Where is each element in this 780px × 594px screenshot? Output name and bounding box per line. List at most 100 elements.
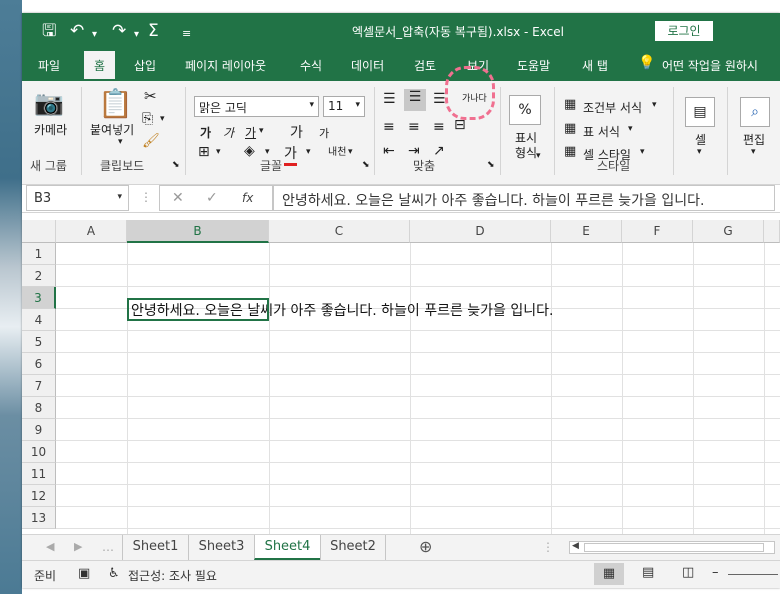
row-header[interactable]: 12: [22, 485, 56, 507]
table-format-dropdown-icon[interactable]: ▾: [628, 124, 633, 134]
formula-input[interactable]: 안녕하세요. 오늘은 날씨가 아주 좋습니다. 하늘이 푸르른 늦가을 입니다.: [273, 185, 775, 211]
normal-view-icon[interactable]: ▦: [594, 563, 624, 585]
row-header[interactable]: 10: [22, 441, 56, 463]
row-header[interactable]: 4: [22, 309, 56, 331]
percent-icon[interactable]: %: [509, 95, 541, 125]
active-cell-b3[interactable]: [127, 298, 269, 321]
tab-menu-icon[interactable]: …: [102, 540, 114, 554]
row-header[interactable]: 8: [22, 397, 56, 419]
align-left-icon[interactable]: ≡: [383, 119, 395, 135]
copy-dropdown-icon[interactable]: ▾: [160, 114, 165, 124]
redo-dropdown-icon[interactable]: ▾: [134, 23, 139, 47]
fill-dropdown-icon[interactable]: ▾: [265, 147, 270, 157]
scroll-right-icon[interactable]: ▶: [74, 540, 82, 553]
scroll-left-arrow-icon[interactable]: ◀: [572, 541, 579, 551]
row-header[interactable]: 6: [22, 353, 56, 375]
row-header[interactable]: 9: [22, 419, 56, 441]
undo-icon[interactable]: ↶: [70, 19, 84, 43]
shrink-font-button[interactable]: 가: [319, 125, 329, 141]
number-dropdown-icon[interactable]: ▾: [536, 151, 541, 161]
grow-font-button[interactable]: 가: [290, 122, 303, 142]
paste-icon[interactable]: 📋: [98, 87, 133, 120]
row-header[interactable]: 3: [22, 287, 56, 309]
cell-style-dropdown-icon[interactable]: ▾: [640, 147, 645, 157]
align-top-icon[interactable]: ☰: [383, 91, 396, 107]
alignment-launcher-icon[interactable]: ⬊: [487, 160, 495, 170]
select-all-corner[interactable]: [22, 220, 56, 243]
autosum-icon[interactable]: Σ: [148, 19, 159, 43]
tab-help[interactable]: 도움말: [517, 57, 550, 74]
redo-icon[interactable]: ↷: [112, 19, 126, 43]
editing-button[interactable]: 편집: [743, 131, 765, 148]
row-header[interactable]: 13: [22, 507, 56, 529]
align-middle-icon[interactable]: ☰: [404, 89, 426, 111]
row-header[interactable]: 11: [22, 463, 56, 485]
border-dropdown-icon[interactable]: ▾: [216, 147, 221, 157]
tab-file[interactable]: 파일: [38, 57, 60, 74]
row-header[interactable]: 1: [22, 243, 56, 265]
underline-dropdown-icon[interactable]: ▾: [259, 126, 264, 136]
undo-dropdown-icon[interactable]: ▾: [92, 23, 97, 47]
bold-button[interactable]: 가: [200, 124, 211, 141]
conditional-format-icon[interactable]: ▦: [564, 97, 576, 112]
customize-qat-icon[interactable]: ≡: [182, 22, 191, 46]
format-painter-icon[interactable]: 🖌: [142, 133, 160, 149]
underline-button[interactable]: 가: [245, 124, 256, 141]
enter-icon[interactable]: ✓: [206, 190, 218, 206]
sheet-tab-active[interactable]: Sheet4: [254, 535, 320, 560]
column-header[interactable]: B: [127, 220, 269, 243]
italic-button[interactable]: 가: [223, 124, 234, 141]
sheet-tab[interactable]: Sheet1: [122, 535, 188, 560]
add-sheet-icon[interactable]: ⊕: [419, 537, 432, 556]
tab-insert[interactable]: 삽입: [134, 57, 156, 74]
search-icon[interactable]: ⌕: [740, 97, 770, 127]
page-break-view-icon[interactable]: ◫: [682, 565, 694, 580]
conditional-format-button[interactable]: 조건부 서식: [583, 99, 642, 116]
paste-button[interactable]: 붙여넣기: [90, 121, 134, 138]
tab-new[interactable]: 새 탭: [582, 57, 608, 74]
camera-icon[interactable]: 📷: [34, 89, 64, 117]
cells-button[interactable]: 셀: [695, 131, 706, 148]
phonetic-button[interactable]: 내천: [328, 143, 346, 158]
column-header[interactable]: G: [693, 220, 764, 243]
decrease-indent-icon[interactable]: ⇤: [383, 143, 395, 159]
sheet-tab[interactable]: Sheet3: [188, 535, 254, 560]
column-header[interactable]: A: [56, 220, 127, 243]
scroll-left-icon[interactable]: ◀: [46, 540, 54, 553]
worksheet-grid[interactable]: A B C D E F G 1 2 3 4 5 6 7 8 9 10 11 12…: [22, 220, 780, 534]
paste-dropdown-icon[interactable]: ▾: [118, 137, 123, 147]
horizontal-scrollbar[interactable]: ◀: [569, 541, 775, 554]
copy-icon[interactable]: ⎘: [142, 111, 153, 127]
login-button[interactable]: 로그인: [655, 21, 713, 41]
camera-button[interactable]: 카메라: [34, 121, 67, 138]
cut-icon[interactable]: ✂: [144, 87, 157, 105]
fill-color-icon[interactable]: ◈: [244, 143, 255, 159]
row-header[interactable]: 5: [22, 331, 56, 353]
save-icon[interactable]: 🖫: [42, 19, 56, 43]
tab-page-layout[interactable]: 페이지 레이아웃: [185, 57, 266, 74]
tab-split-handle-icon[interactable]: ⋮: [542, 540, 554, 554]
align-bottom-icon[interactable]: ☰: [433, 91, 446, 107]
row-header[interactable]: 2: [22, 265, 56, 287]
name-box[interactable]: B3 ▾: [26, 185, 129, 211]
cell-style-icon[interactable]: ▦: [564, 144, 576, 159]
tab-formulas[interactable]: 수식: [300, 57, 322, 74]
align-right-icon[interactable]: ≡: [433, 119, 445, 135]
insert-function-icon[interactable]: fx: [242, 191, 253, 205]
editing-dropdown-icon[interactable]: ▾: [751, 147, 756, 157]
phonetic-dropdown-icon[interactable]: ▾: [348, 147, 353, 157]
scroll-thumb[interactable]: [584, 543, 764, 552]
font-color-dropdown-icon[interactable]: ▾: [306, 147, 311, 157]
font-size-select[interactable]: 11 ▾: [323, 96, 365, 117]
macro-record-icon[interactable]: ▣: [78, 566, 90, 581]
clipboard-launcher-icon[interactable]: ⬊: [172, 160, 180, 170]
table-format-button[interactable]: 표 서식: [583, 123, 620, 140]
accessibility-icon[interactable]: ♿: [108, 566, 120, 581]
font-launcher-icon[interactable]: ⬊: [362, 160, 370, 170]
page-layout-view-icon[interactable]: ▤: [642, 565, 654, 580]
zoom-out-icon[interactable]: –: [712, 565, 719, 580]
cells-dropdown-icon[interactable]: ▾: [697, 147, 702, 157]
column-header[interactable]: E: [551, 220, 622, 243]
sheet-tab[interactable]: Sheet2: [320, 535, 386, 560]
align-center-icon[interactable]: ≡: [408, 119, 420, 135]
